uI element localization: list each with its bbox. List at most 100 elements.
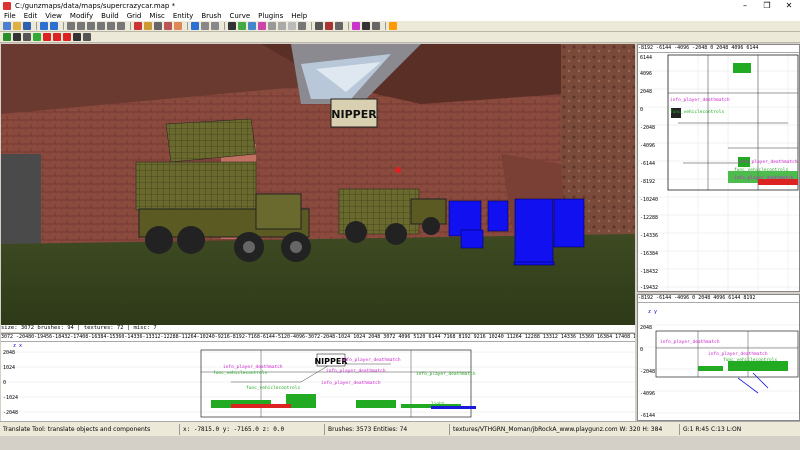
rotate-z-icon[interactable] (117, 22, 125, 30)
toolbar-separator (130, 22, 131, 30)
face-icon[interactable] (258, 22, 266, 30)
patch-weld-icon[interactable] (352, 22, 360, 30)
select-complete-tall-icon[interactable] (211, 22, 219, 30)
brush-entity-count: Brushes: 3573 Entities: 74 (325, 423, 450, 435)
camera-viewport[interactable]: NIPPER (1, 44, 635, 325)
texture-lock-icon[interactable] (278, 22, 286, 30)
top-tick-label: -19432 (640, 285, 658, 291)
select-inside-icon[interactable] (201, 22, 209, 30)
menu-file[interactable]: File (0, 11, 20, 21)
cursor-coordinates: x: -7815.0 y: -7165.0 z: 0.0 (180, 423, 325, 435)
toolbar-separator (224, 22, 225, 30)
vertex-icon[interactable] (238, 22, 246, 30)
title-bar: C:/gunzmaps/data/maps/supercrazycar.map … (0, 0, 800, 11)
side-ruler: -8192 -6144 -4096 0 2048 4096 6144 8192 (638, 295, 799, 303)
entity-label: info_player_deathmatch (326, 368, 386, 374)
rotate-lock-icon[interactable] (288, 22, 296, 30)
edge-icon[interactable] (248, 22, 256, 30)
menu-edit[interactable]: Edit (20, 11, 42, 21)
close-button[interactable]: ✕ (778, 0, 800, 11)
csg-merge-icon[interactable] (144, 22, 152, 30)
grid-info: G:1 R:45 C:13 L:ON (683, 425, 742, 433)
patch-drill-icon[interactable] (362, 22, 370, 30)
menu-entity[interactable]: Entity (169, 11, 197, 21)
menu-modify[interactable]: Modify (66, 11, 97, 21)
menu-grid[interactable]: Grid (123, 11, 146, 21)
menu-view[interactable]: View (41, 11, 66, 21)
clip-filter-icon[interactable] (73, 33, 81, 41)
entity-label: func_vehiclecontrols (213, 370, 267, 376)
entity-label: light (431, 401, 445, 407)
tool-hint: Translate Tool: translate objects and co… (0, 423, 180, 435)
minimize-button[interactable]: – (734, 0, 756, 11)
menu-build[interactable]: Build (97, 11, 123, 21)
top-tick-label: -16384 (640, 251, 658, 257)
front-tick-label: -1024 (3, 395, 18, 401)
side-tick-label: -6144 (640, 413, 655, 419)
undo-icon[interactable] (40, 22, 48, 30)
path-filter-icon[interactable] (83, 33, 91, 41)
menu-misc[interactable]: Misc (145, 11, 168, 21)
top-tick-label: 4096 (640, 71, 652, 77)
entity-label: info_player_deathmatch (416, 371, 476, 377)
patch-insert-icon[interactable] (335, 22, 343, 30)
menu-bar: File Edit View Modify Build Grid Misc En… (0, 11, 800, 21)
front-grid-view[interactable]: 3072 -20480-19456-18432-17408-16384-1536… (1, 333, 635, 422)
app-icon (3, 1, 11, 10)
redo-icon[interactable] (50, 22, 58, 30)
flip-x-icon[interactable] (67, 22, 75, 30)
status-bar: Translate Tool: translate objects and co… (0, 421, 800, 436)
view-change-icon[interactable] (228, 22, 236, 30)
top-tick-label: -18432 (640, 269, 658, 275)
side-tick-label: -4096 (640, 391, 655, 397)
entity-label: func_vehiclecontrols (246, 385, 300, 391)
plugin-icon[interactable] (389, 22, 397, 30)
refresh-icon[interactable] (3, 33, 11, 41)
select-touching-icon[interactable] (191, 22, 199, 30)
open-folder-icon[interactable] (13, 22, 21, 30)
hint-filter-icon[interactable] (63, 33, 71, 41)
side-grid-view[interactable]: -8192 -6144 -4096 0 2048 4096 6144 8192 … (637, 294, 800, 421)
side-tick-label: 0 (640, 347, 643, 353)
camera-icon[interactable] (268, 22, 276, 30)
rotate-y-icon[interactable] (97, 22, 105, 30)
patch-icon[interactable] (315, 22, 323, 30)
save-icon[interactable] (23, 22, 31, 30)
clipper-icon[interactable] (174, 22, 182, 30)
top-grid-view[interactable]: -8192 -6144 -4096 -2048 0 2048 4096 6144… (637, 44, 800, 292)
texture-info: textures/VTHGRN_Moman/jbRockA_www.playgu… (450, 423, 680, 435)
menu-help[interactable]: Help (287, 11, 311, 21)
menu-curve[interactable]: Curve (226, 11, 255, 21)
top-tick-label: 2048 (640, 89, 652, 95)
rotate-x-icon[interactable] (77, 22, 85, 30)
patch-bend-icon[interactable] (325, 22, 333, 30)
top-tick-label: -6144 (640, 161, 655, 167)
make-room-icon[interactable] (164, 22, 172, 30)
menu-plugins[interactable]: Plugins (254, 11, 287, 21)
toolbar-separator (187, 22, 188, 30)
front-tick-label: -2048 (3, 410, 18, 416)
new-map-icon[interactable] (3, 22, 11, 30)
nipper-sign-text: NIPPER (331, 108, 377, 121)
show-patches-icon[interactable] (372, 22, 380, 30)
flip-y-icon[interactable] (87, 22, 95, 30)
side-tick-label: 2048 (640, 325, 652, 331)
flip-z-icon[interactable] (107, 22, 115, 30)
entity-label: info_player_deathmatch (341, 357, 401, 363)
entity-filter-icon[interactable] (33, 33, 41, 41)
model-filter-icon[interactable] (53, 33, 61, 41)
menu-brush[interactable]: Brush (197, 11, 225, 21)
cubic-clip-icon[interactable] (298, 22, 306, 30)
brush-filter-icon[interactable] (23, 33, 31, 41)
front-tick-label: 2048 (3, 350, 15, 356)
csg-subtract-icon[interactable] (134, 22, 142, 30)
toolbar-separator (348, 22, 349, 30)
filter-toolbar (0, 32, 800, 43)
maximize-button[interactable]: ❐ (756, 0, 778, 11)
hollow-icon[interactable] (154, 22, 162, 30)
circle-icon[interactable] (13, 33, 21, 41)
entity-label: func_vehiclecontrols (670, 109, 724, 115)
window-title: C:/gunzmaps/data/maps/supercrazycar.map … (15, 1, 176, 10)
light-filter-icon[interactable] (43, 33, 51, 41)
front-axis-label: z x (13, 343, 22, 349)
